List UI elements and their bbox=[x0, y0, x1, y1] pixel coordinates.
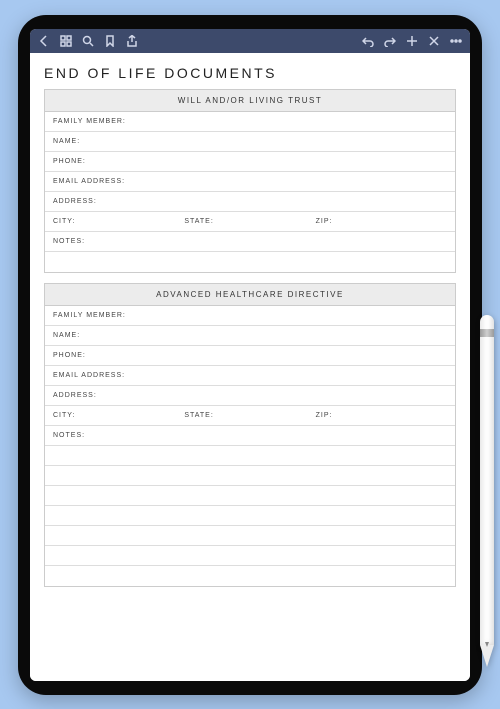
field-row[interactable]: ADDRESS: bbox=[45, 192, 455, 212]
section-healthcare-directive: ADVANCED HEALTHCARE DIRECTIVE FAMILY MEM… bbox=[44, 283, 456, 587]
close-icon[interactable] bbox=[428, 35, 440, 47]
note-line[interactable] bbox=[45, 446, 455, 466]
field-row-city-state-zip[interactable]: CITY: STATE: ZIP: bbox=[45, 212, 455, 232]
section-heading: WILL AND/OR LIVING TRUST bbox=[45, 90, 455, 112]
pencil-nib bbox=[485, 642, 489, 647]
email-label: EMAIL ADDRESS: bbox=[53, 372, 125, 379]
note-line[interactable] bbox=[45, 566, 455, 586]
notes-label: NOTES: bbox=[53, 432, 85, 439]
add-icon[interactable] bbox=[406, 35, 418, 47]
field-row[interactable]: EMAIL ADDRESS: bbox=[45, 366, 455, 386]
city-label: CITY: bbox=[53, 412, 76, 419]
address-label: ADDRESS: bbox=[53, 392, 97, 399]
pencil-body bbox=[480, 315, 494, 645]
field-row[interactable]: ADDRESS: bbox=[45, 386, 455, 406]
share-icon[interactable] bbox=[126, 35, 138, 47]
pencil-band bbox=[480, 329, 494, 337]
state-label: STATE: bbox=[184, 412, 213, 419]
state-label: STATE: bbox=[184, 218, 213, 225]
name-label: NAME: bbox=[53, 138, 80, 145]
note-line[interactable] bbox=[45, 506, 455, 526]
section-heading: ADVANCED HEALTHCARE DIRECTIVE bbox=[45, 284, 455, 306]
field-row[interactable]: NAME: bbox=[45, 132, 455, 152]
zip-label: ZIP: bbox=[316, 412, 333, 419]
tablet-frame: END OF LIFE DOCUMENTS WILL AND/OR LIVING… bbox=[18, 15, 482, 695]
redo-icon[interactable] bbox=[384, 35, 396, 47]
address-label: ADDRESS: bbox=[53, 198, 97, 205]
toolbar-left-group bbox=[38, 35, 138, 47]
page-title: END OF LIFE DOCUMENTS bbox=[44, 65, 456, 81]
field-row[interactable]: EMAIL ADDRESS: bbox=[45, 172, 455, 192]
field-row[interactable]: FAMILY MEMBER: bbox=[45, 112, 455, 132]
section-will-trust: WILL AND/OR LIVING TRUST FAMILY MEMBER: … bbox=[44, 89, 456, 273]
notes-lines[interactable] bbox=[45, 252, 455, 272]
note-line[interactable] bbox=[45, 486, 455, 506]
note-line[interactable] bbox=[45, 252, 455, 272]
back-icon[interactable] bbox=[38, 35, 50, 47]
note-line[interactable] bbox=[45, 526, 455, 546]
pencil-tip bbox=[480, 645, 494, 667]
undo-icon[interactable] bbox=[362, 35, 374, 47]
more-icon[interactable] bbox=[450, 35, 462, 47]
grid-icon[interactable] bbox=[60, 35, 72, 47]
field-row[interactable]: NOTES: bbox=[45, 426, 455, 446]
bookmark-icon[interactable] bbox=[104, 35, 116, 47]
field-row[interactable]: NOTES: bbox=[45, 232, 455, 252]
field-row[interactable]: PHONE: bbox=[45, 152, 455, 172]
family-member-label: FAMILY MEMBER: bbox=[53, 118, 126, 125]
field-row-city-state-zip[interactable]: CITY: STATE: ZIP: bbox=[45, 406, 455, 426]
toolbar-right-group bbox=[362, 35, 462, 47]
email-label: EMAIL ADDRESS: bbox=[53, 178, 125, 185]
note-line[interactable] bbox=[45, 466, 455, 486]
zip-label: ZIP: bbox=[316, 218, 333, 225]
notes-lines[interactable] bbox=[45, 446, 455, 586]
field-row[interactable]: NAME: bbox=[45, 326, 455, 346]
app-toolbar bbox=[30, 29, 470, 53]
field-row[interactable]: FAMILY MEMBER: bbox=[45, 306, 455, 326]
document-page: END OF LIFE DOCUMENTS WILL AND/OR LIVING… bbox=[30, 53, 470, 681]
stylus-pencil bbox=[480, 315, 494, 705]
phone-label: PHONE: bbox=[53, 352, 86, 359]
city-label: CITY: bbox=[53, 218, 76, 225]
field-row[interactable]: PHONE: bbox=[45, 346, 455, 366]
family-member-label: FAMILY MEMBER: bbox=[53, 312, 126, 319]
search-icon[interactable] bbox=[82, 35, 94, 47]
note-line[interactable] bbox=[45, 546, 455, 566]
tablet-screen: END OF LIFE DOCUMENTS WILL AND/OR LIVING… bbox=[30, 29, 470, 681]
phone-label: PHONE: bbox=[53, 158, 86, 165]
notes-label: NOTES: bbox=[53, 238, 85, 245]
name-label: NAME: bbox=[53, 332, 80, 339]
